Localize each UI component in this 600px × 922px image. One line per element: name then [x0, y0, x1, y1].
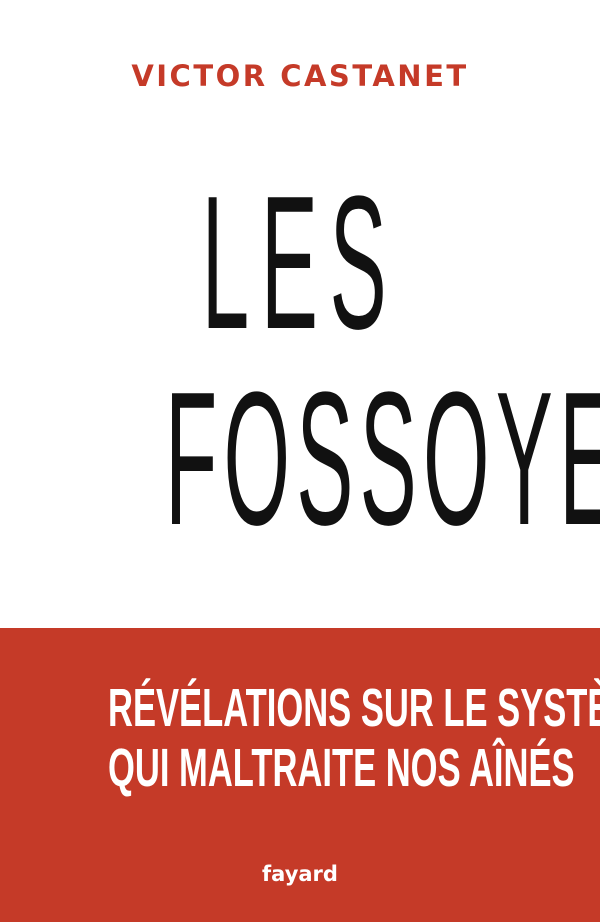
- subtitle-band: RÉVÉLATIONS SUR LE SYSTÈME QUI MALTRAITE…: [0, 628, 600, 922]
- subtitle-line-1: RÉVÉLATIONS SUR LE SYSTÈME: [108, 678, 600, 738]
- author-name: VICTOR CASTANET: [131, 59, 469, 93]
- publisher-logo: fayard: [262, 862, 338, 886]
- subtitle-line-2: QUI MALTRAITE NOS AÎNÉS: [108, 738, 575, 798]
- book-cover: VICTOR CASTANET LES FOSSOYEURS RÉVÉLATIO…: [0, 0, 600, 922]
- title-line-1: LES: [201, 157, 399, 369]
- title-line-2: FOSSOYEURS: [165, 353, 600, 565]
